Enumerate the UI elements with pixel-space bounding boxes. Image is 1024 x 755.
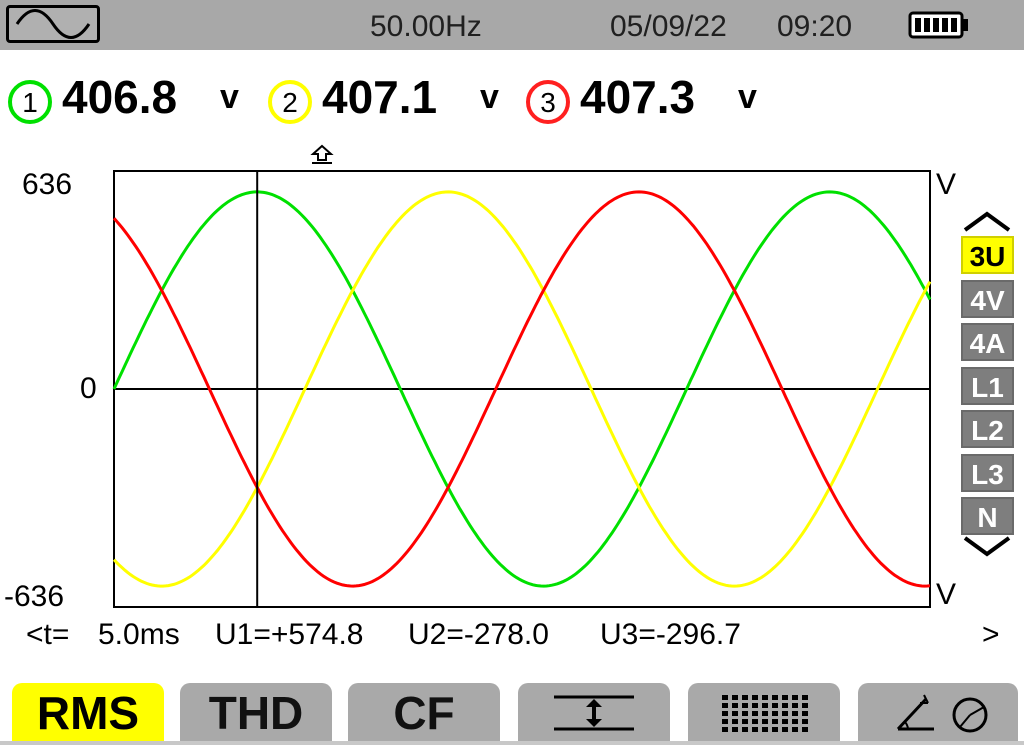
- u1-readout: U1=+574.8: [215, 618, 364, 651]
- cursor-time-value: 5.0ms: [98, 618, 180, 651]
- chevron-up-icon[interactable]: [961, 208, 1014, 234]
- side-item-l1[interactable]: L1: [961, 366, 1014, 405]
- tab-cf[interactable]: CF: [348, 683, 500, 741]
- tab-range-adjust[interactable]: [518, 683, 670, 741]
- table-view-icon: [722, 695, 808, 732]
- bottom-edge: [0, 741, 1024, 745]
- tab-table-view[interactable]: [688, 683, 840, 741]
- side-item-l2[interactable]: L2: [961, 410, 1014, 448]
- battery-full-icon: [908, 11, 968, 39]
- side-item-l3[interactable]: L3: [961, 453, 1014, 492]
- u3-readout: U3=-296.7: [600, 618, 741, 651]
- tab-thd-label: THD: [208, 687, 304, 739]
- channel-3-value: 407.3: [580, 71, 696, 123]
- range-adjust-icon: [554, 695, 634, 731]
- channel-2-unit: v: [480, 78, 499, 116]
- u2-readout: U2=-278.0: [408, 618, 549, 651]
- channel-3-unit: v: [738, 78, 757, 116]
- cursor-time-prefix: <t=: [26, 618, 70, 651]
- date-readout: 05/09/22: [610, 10, 727, 43]
- side-item-3u[interactable]: 3U: [961, 236, 1014, 274]
- next-icon[interactable]: >: [982, 618, 1000, 652]
- frequency-readout: 50.00Hz: [370, 10, 482, 43]
- sine-wave-icon: [15, 9, 91, 39]
- tab-rms-label: RMS: [36, 687, 140, 739]
- chevron-down-icon[interactable]: [961, 532, 1014, 558]
- tab-cf-label: CF: [393, 687, 455, 739]
- channel-1-value: 406.8: [62, 71, 178, 123]
- waveform-mode-indicator: [6, 5, 100, 43]
- waveform-plot: [112, 144, 932, 608]
- phasor-diagram-icon: [896, 694, 988, 733]
- channel-1-badge: 1: [8, 80, 52, 124]
- side-item-4a[interactable]: 4A: [961, 323, 1014, 361]
- time-readout: 09:20: [777, 10, 853, 43]
- channel-3-badge: 3: [526, 80, 570, 124]
- channel-2-value: 407.1: [322, 71, 438, 123]
- side-item-4v[interactable]: 4V: [961, 279, 1014, 318]
- status-bar: 50.00Hz 05/09/22 09:20: [0, 0, 1024, 50]
- cursor-arrow-icon[interactable]: [310, 144, 334, 164]
- channel-2-badge: 2: [268, 80, 312, 124]
- side-item-n[interactable]: N: [961, 497, 1014, 535]
- tab-phasor-diagram[interactable]: [858, 683, 1018, 741]
- tab-thd[interactable]: THD: [180, 683, 332, 741]
- tab-rms[interactable]: RMS: [12, 683, 164, 741]
- channel-1-unit: v: [220, 78, 239, 116]
